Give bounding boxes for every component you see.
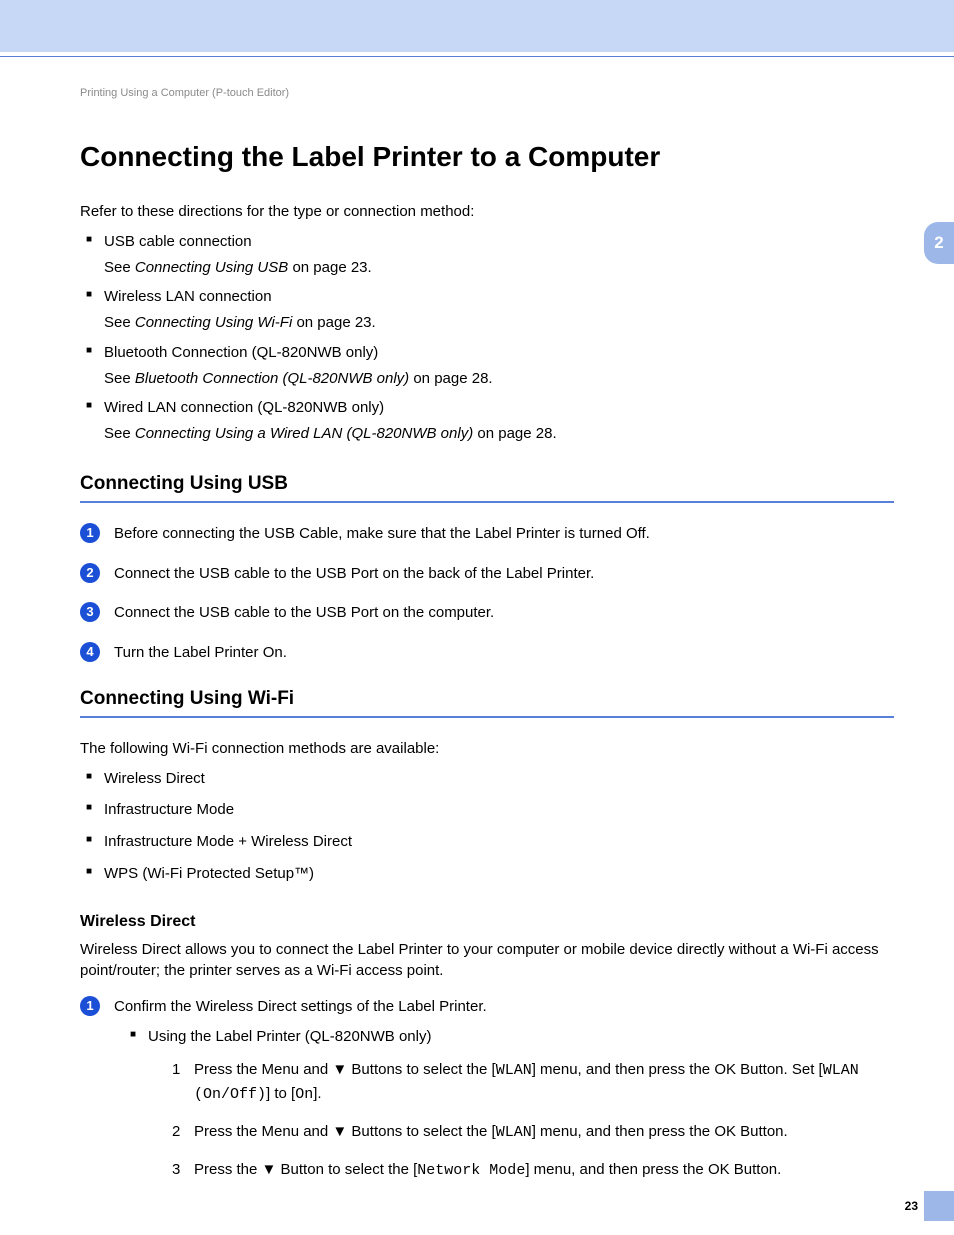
page-number-tab	[924, 1191, 954, 1221]
page-number: 23	[905, 1199, 918, 1213]
see-prefix: See	[104, 314, 135, 331]
header-band	[0, 0, 954, 52]
inner-list: Using the Label Printer (QL-820NWB only)…	[114, 1026, 894, 1183]
step-item: 4 Turn the Label Printer On.	[80, 642, 894, 664]
wifi-methods-list: Wireless Direct Infrastructure Mode Infr…	[80, 768, 894, 885]
see-suffix: on page 28.	[409, 370, 492, 387]
section-heading-wifi: Connecting Using Wi-Fi	[80, 688, 894, 710]
step-number-icon: 1	[80, 523, 100, 543]
substep-number: 1	[172, 1058, 180, 1081]
list-item: Using the Label Printer (QL-820NWB only)…	[130, 1026, 894, 1183]
see-reference: Connecting Using a Wired LAN (QL-820NWB …	[135, 425, 473, 442]
substep-item: 1 Press the Menu and ▼ Buttons to select…	[172, 1058, 894, 1107]
see-prefix: See	[104, 259, 135, 276]
step-number-icon: 2	[80, 563, 100, 583]
numbered-substeps: 1 Press the Menu and ▼ Buttons to select…	[148, 1058, 894, 1183]
list-item: Wireless LAN connection See Connecting U…	[86, 286, 894, 334]
step-number-icon: 1	[80, 996, 100, 1016]
list-item-label: Wired LAN connection (QL-820NWB only)	[104, 399, 384, 416]
list-item-label: Wireless LAN connection	[104, 288, 272, 305]
step-text: Connect the USB cable to the USB Port on…	[114, 565, 594, 582]
substep-number: 2	[172, 1120, 180, 1143]
step-text: Connect the USB cable to the USB Port on…	[114, 604, 494, 621]
list-item: USB cable connection See Connecting Usin…	[86, 231, 894, 279]
section-heading-usb: Connecting Using USB	[80, 473, 894, 495]
see-prefix: See	[104, 425, 135, 442]
see-reference: Bluetooth Connection (QL-820NWB only)	[135, 370, 409, 387]
substep-text-part: Press the Menu and ▼ Buttons to select t…	[194, 1061, 496, 1078]
step-item: 3 Connect the USB cable to the USB Port o…	[80, 602, 894, 624]
see-reference: Connecting Using Wi-Fi	[135, 314, 292, 331]
list-item: WPS (Wi-Fi Protected Setup™)	[86, 863, 894, 885]
see-prefix: See	[104, 370, 135, 387]
see-suffix: on page 23.	[288, 259, 371, 276]
section-rule	[80, 501, 894, 503]
code-text: WLAN	[496, 1062, 532, 1079]
wifi-intro: The following Wi-Fi connection methods a…	[80, 738, 894, 760]
see-suffix: on page 23.	[292, 314, 375, 331]
footer: 23	[0, 1191, 954, 1221]
step-number-icon: 4	[80, 642, 100, 662]
substep-text-part: ].	[313, 1085, 321, 1102]
step-item: 1 Confirm the Wireless Direct settings o…	[80, 996, 894, 1183]
list-item: Bluetooth Connection (QL-820NWB only) Se…	[86, 342, 894, 390]
substep-item: 2 Press the Menu and ▼ Buttons to select…	[172, 1120, 894, 1144]
step-item: 2 Connect the USB cable to the USB Port o…	[80, 563, 894, 585]
wireless-direct-steps: 1 Confirm the Wireless Direct settings o…	[80, 996, 894, 1183]
substep-text-part: Press the ▼ Button to select the [	[194, 1161, 417, 1178]
list-item: Wired LAN connection (QL-820NWB only) Se…	[86, 397, 894, 445]
subsection-heading-wireless-direct: Wireless Direct	[80, 913, 894, 931]
wireless-direct-desc: Wireless Direct allows you to connect th…	[80, 939, 894, 983]
page-body: Printing Using a Computer (P-touch Edito…	[0, 57, 954, 1183]
substep-number: 3	[172, 1158, 180, 1181]
code-text: Network Mode	[417, 1162, 525, 1179]
substep-text-part: ] menu, and then press the OK Button. Se…	[532, 1061, 823, 1078]
substep-text-part: ] menu, and then press the OK Button.	[525, 1161, 781, 1178]
inner-list-label: Using the Label Printer (QL-820NWB only)	[148, 1028, 431, 1045]
step-text: Before connecting the USB Cable, make su…	[114, 525, 650, 542]
list-item: Infrastructure Mode + Wireless Direct	[86, 831, 894, 853]
substep-item: 3 Press the ▼ Button to select the [Netw…	[172, 1158, 894, 1182]
running-head: Printing Using a Computer (P-touch Edito…	[80, 87, 894, 99]
list-item: Infrastructure Mode	[86, 799, 894, 821]
step-text: Turn the Label Printer On.	[114, 644, 287, 661]
substep-text-part: Press the Menu and ▼ Buttons to select t…	[194, 1123, 496, 1140]
step-number-icon: 3	[80, 602, 100, 622]
substep-text-part: ] to [	[266, 1085, 295, 1102]
substep-text-part: ] menu, and then press the OK Button.	[532, 1123, 788, 1140]
step-item: 1 Before connecting the USB Cable, make s…	[80, 523, 894, 545]
section-rule	[80, 716, 894, 718]
see-suffix: on page 28.	[473, 425, 556, 442]
code-text: WLAN	[496, 1124, 532, 1141]
connection-type-list: USB cable connection See Connecting Usin…	[80, 231, 894, 445]
list-item: Wireless Direct	[86, 768, 894, 790]
code-text: On	[295, 1086, 313, 1103]
usb-steps: 1 Before connecting the USB Cable, make s…	[80, 523, 894, 664]
intro-text: Refer to these directions for the type o…	[80, 201, 894, 223]
list-item-label: USB cable connection	[104, 233, 252, 250]
step-text: Confirm the Wireless Direct settings of …	[114, 998, 487, 1015]
see-reference: Connecting Using USB	[135, 259, 288, 276]
page-title: Connecting the Label Printer to a Comput…	[80, 141, 894, 173]
list-item-label: Bluetooth Connection (QL-820NWB only)	[104, 344, 378, 361]
